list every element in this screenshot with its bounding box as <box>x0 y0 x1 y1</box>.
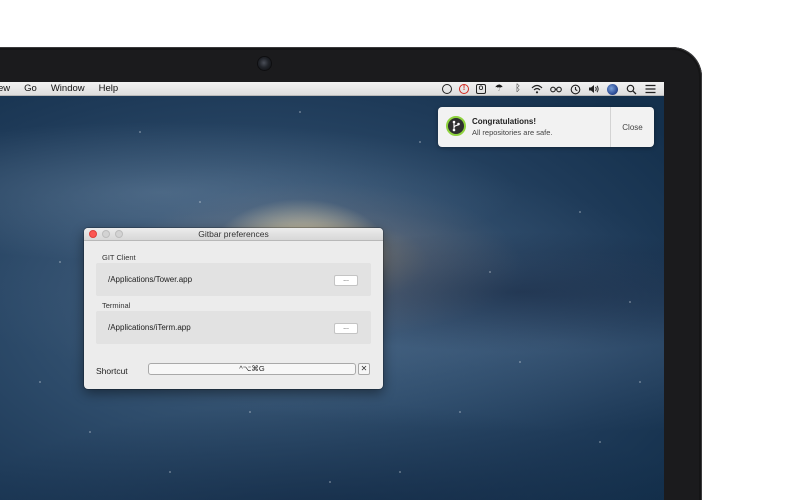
zoom-window-button[interactable] <box>115 230 123 238</box>
menu-go[interactable]: Go <box>17 82 44 96</box>
minimize-window-button[interactable] <box>102 230 110 238</box>
menu-items: ew Go Window Help <box>0 82 125 96</box>
git-client-browse-button[interactable]: ... <box>334 275 358 286</box>
bluetooth-icon[interactable]: ᛒ <box>512 83 524 95</box>
shortcut-label: Shortcut <box>96 366 128 376</box>
time-machine-icon[interactable] <box>569 83 581 95</box>
window-controls <box>89 230 123 238</box>
notification-close-button[interactable]: Close <box>610 107 654 147</box>
git-client-path: /Applications/Tower.app <box>108 275 193 284</box>
wifi-icon[interactable] <box>531 83 543 95</box>
search-icon[interactable] <box>625 83 637 95</box>
window-title: Gitbar preferences <box>198 229 269 239</box>
close-window-button[interactable] <box>89 230 97 238</box>
menu-bar: ew Go Window Help ! O ☂ ᛒ <box>0 82 664 96</box>
menu-view[interactable]: ew <box>0 82 17 96</box>
globe-icon[interactable] <box>607 83 618 95</box>
notification-banner[interactable]: Congratulations! All repositories are sa… <box>438 107 654 147</box>
record-icon[interactable]: ! <box>459 84 469 94</box>
status-icons: ! O ☂ ᛒ <box>442 82 656 96</box>
menu-window[interactable]: Window <box>44 82 92 96</box>
notification-text: Congratulations! All repositories are sa… <box>472 107 610 147</box>
terminal-path: /Applications/iTerm.app <box>108 323 191 332</box>
git-client-label: GIT Client <box>102 253 136 262</box>
shortcut-recorder-field[interactable]: ^⌥⌘G <box>148 363 356 375</box>
terminal-row: /Applications/iTerm.app ... <box>96 311 371 344</box>
camera <box>258 57 271 70</box>
gitbar-app-icon <box>446 116 466 136</box>
terminal-label: Terminal <box>102 301 131 310</box>
list-icon[interactable] <box>644 83 656 95</box>
git-client-row: /Applications/Tower.app ... <box>96 263 371 296</box>
preferences-window: Gitbar preferences GIT Client /Applicati… <box>84 228 383 389</box>
sync-icon[interactable] <box>442 84 452 94</box>
notification-title: Congratulations! <box>472 117 536 126</box>
terminal-browse-button[interactable]: ... <box>334 323 358 334</box>
notification-body: All repositories are safe. <box>472 128 553 137</box>
window-titlebar[interactable]: Gitbar preferences <box>84 228 383 241</box>
umbrella-icon[interactable]: ☂ <box>493 83 505 95</box>
menu-help[interactable]: Help <box>92 82 126 96</box>
shortcut-clear-button[interactable]: ✕ <box>358 363 370 375</box>
app-icon[interactable]: O <box>476 84 486 94</box>
glasses-icon[interactable] <box>550 83 562 95</box>
volume-icon[interactable] <box>588 83 600 95</box>
